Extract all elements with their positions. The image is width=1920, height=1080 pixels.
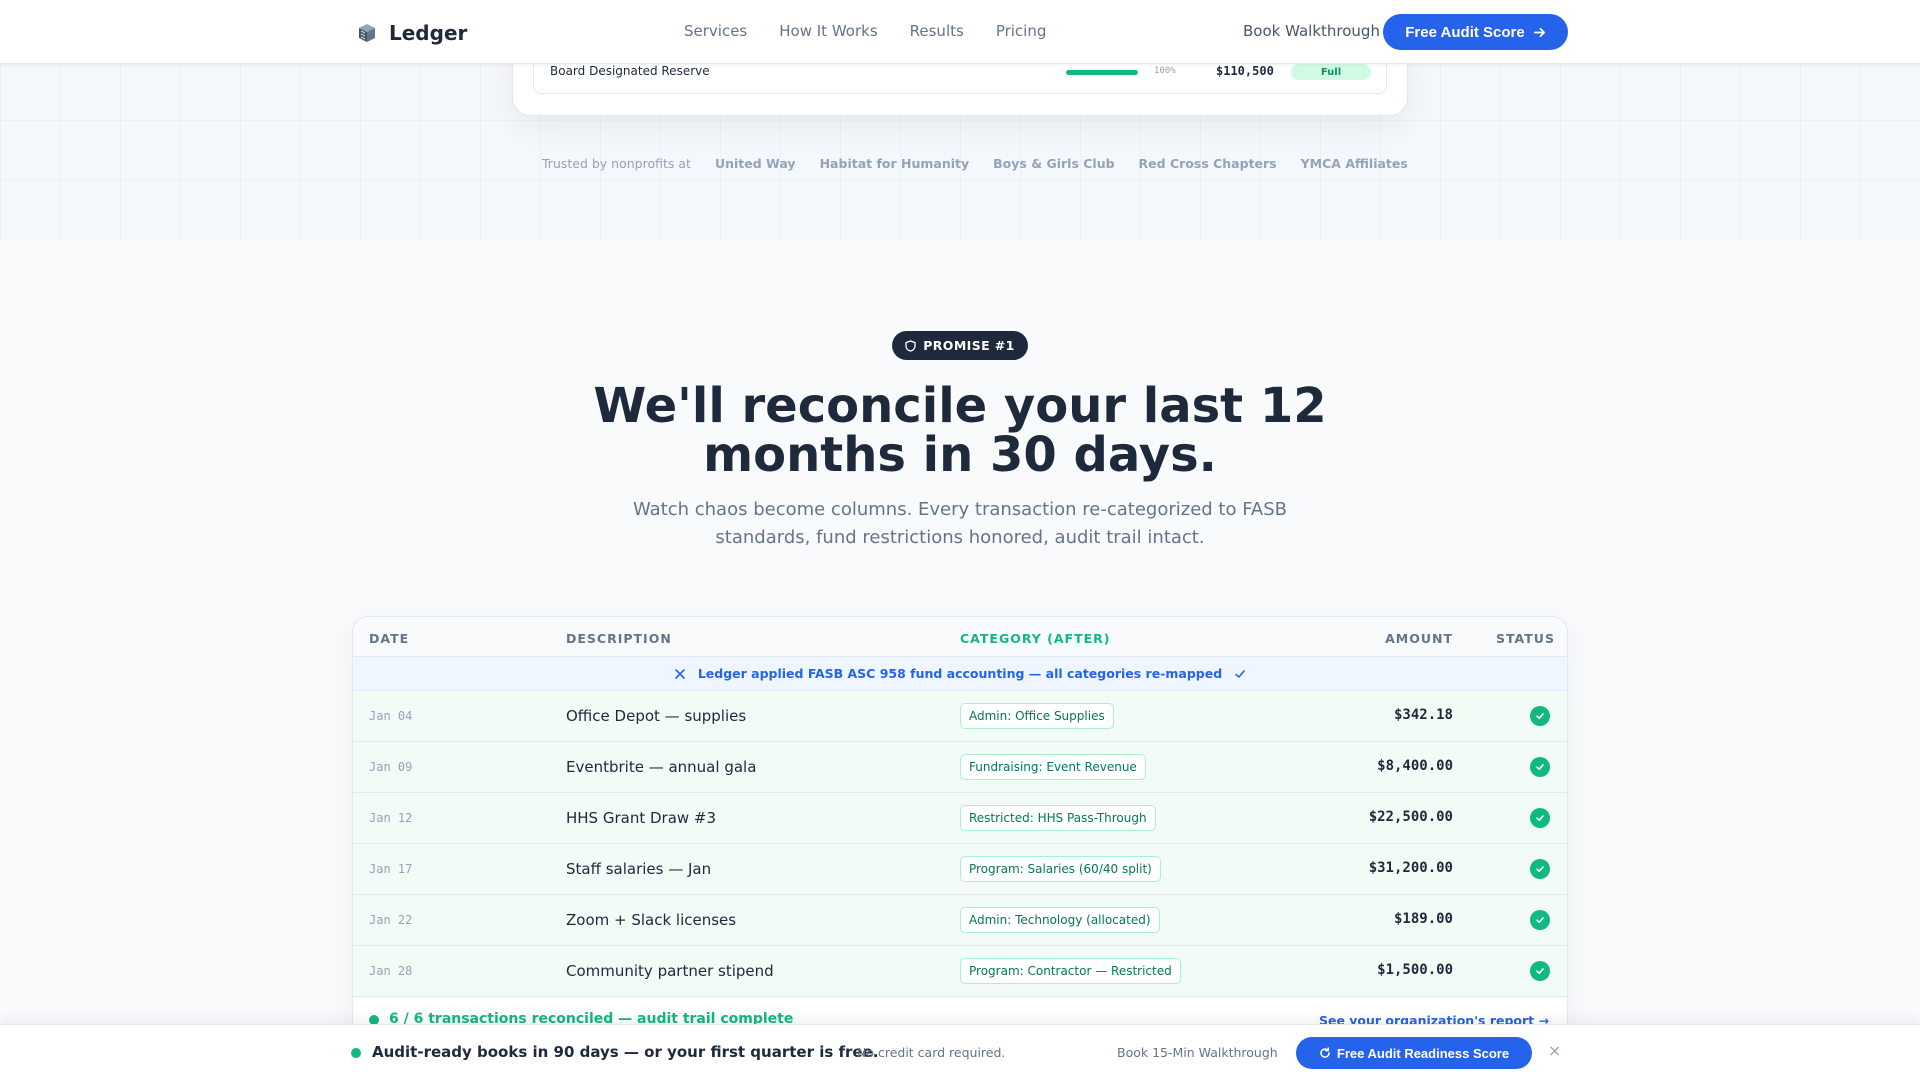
fasb-banner: Ledger applied FASB ASC 958 fund account… bbox=[353, 657, 1567, 691]
row-description: Community partner stipend bbox=[566, 962, 774, 980]
nav-link-services[interactable]: Services bbox=[684, 22, 747, 40]
row-amount: $342.18 bbox=[1393, 707, 1453, 723]
promise-badge-label: PROMISE #1 bbox=[923, 338, 1015, 353]
check-circle-icon bbox=[1530, 706, 1550, 726]
row-description: HHS Grant Draw #3 bbox=[566, 809, 717, 827]
sticky-headline: Audit-ready books in 90 days — or your f… bbox=[372, 1043, 879, 1061]
promise-subheadline: Watch chaos become columns. Every transa… bbox=[600, 496, 1320, 552]
trusted-org: Red Cross Chapters bbox=[1138, 156, 1277, 171]
fund-amount: $110,500 bbox=[1216, 64, 1274, 78]
row-date: Jan 17 bbox=[369, 862, 413, 876]
table-header: DATE DESCRIPTION CATEGORY (AFTER) AMOUNT… bbox=[353, 617, 1567, 657]
trusted-org: YMCA Affiliates bbox=[1300, 156, 1408, 171]
row-date: Jan 09 bbox=[369, 760, 413, 774]
arrow-right-icon bbox=[1533, 27, 1545, 37]
column-header-date: DATE bbox=[369, 631, 410, 646]
live-dot-icon bbox=[351, 1048, 361, 1058]
free-audit-readiness-label: Free Audit Readiness Score bbox=[1336, 1045, 1510, 1061]
row-amount: $189.00 bbox=[1393, 911, 1453, 927]
row-description: Staff salaries — Jan bbox=[566, 860, 712, 878]
shield-icon bbox=[905, 339, 916, 352]
refresh-icon bbox=[1320, 1047, 1330, 1058]
fund-status-badge: Full bbox=[1291, 64, 1371, 80]
free-audit-readiness-button[interactable]: Free Audit Readiness Score bbox=[1296, 1037, 1532, 1069]
row-amount: $31,200.00 bbox=[1368, 860, 1453, 876]
fasb-banner-text: Ledger applied FASB ASC 958 fund account… bbox=[697, 666, 1223, 681]
row-category-tag: Admin: Office Supplies bbox=[960, 703, 1114, 729]
table-row[interactable]: Jan 28 Community partner stipend Program… bbox=[353, 946, 1567, 997]
row-category-tag: Fundraising: Event Revenue bbox=[960, 754, 1146, 780]
transactions-table: DATE DESCRIPTION CATEGORY (AFTER) AMOUNT… bbox=[352, 616, 1568, 1036]
check-circle-icon bbox=[1530, 910, 1550, 930]
trusted-org: Habitat for Humanity bbox=[819, 156, 970, 171]
column-header-amount: AMOUNT bbox=[1385, 631, 1453, 646]
row-date: Jan 22 bbox=[369, 913, 413, 927]
table-row[interactable]: Jan 22 Zoom + Slack licenses Admin: Tech… bbox=[353, 895, 1567, 946]
column-header-description: DESCRIPTION bbox=[566, 631, 672, 646]
row-category-tag: Program: Salaries (60/40 split) bbox=[960, 856, 1161, 882]
table-row[interactable]: Jan 17 Staff salaries — Jan Program: Sal… bbox=[353, 844, 1567, 895]
fund-progress-track bbox=[1066, 70, 1138, 75]
free-audit-score-label: Free Audit Score bbox=[1405, 23, 1525, 41]
trusted-label: Trusted by nonprofits at bbox=[542, 156, 691, 171]
row-date: Jan 04 bbox=[369, 709, 413, 723]
sticky-cta-bar: Audit-ready books in 90 days — or your f… bbox=[0, 1024, 1920, 1080]
row-amount: $8,400.00 bbox=[1377, 758, 1453, 774]
row-description: Office Depot — supplies bbox=[566, 707, 747, 725]
check-circle-icon bbox=[1530, 859, 1550, 879]
column-header-status: STATUS bbox=[1496, 631, 1555, 646]
sticky-note: No credit card required. bbox=[857, 1045, 1006, 1060]
row-date: Jan 28 bbox=[369, 964, 413, 978]
row-category-tag: Program: Contractor — Restricted bbox=[960, 958, 1181, 984]
checkmark-icon bbox=[1235, 669, 1245, 678]
row-amount: $1,500.00 bbox=[1377, 962, 1453, 978]
trusted-org: Boys & Girls Club bbox=[993, 156, 1115, 171]
row-category-tag: Restricted: HHS Pass-Through bbox=[960, 805, 1156, 831]
check-circle-icon bbox=[1530, 808, 1550, 828]
fund-progress-fill bbox=[1066, 70, 1138, 75]
close-icon[interactable]: × bbox=[1548, 1041, 1561, 1060]
headline-line-1: We'll reconcile your last 12 bbox=[593, 378, 1327, 434]
nav-link-results[interactable]: Results bbox=[910, 22, 964, 40]
check-circle-icon bbox=[1530, 757, 1550, 777]
book-walkthrough-link[interactable]: Book Walkthrough bbox=[1243, 22, 1380, 40]
table-row[interactable]: Jan 04 Office Depot — supplies Admin: Of… bbox=[353, 691, 1567, 742]
row-description: Zoom + Slack licenses bbox=[566, 911, 737, 929]
top-navbar: Ledger Services How It Works Results Pri… bbox=[0, 0, 1920, 64]
table-row[interactable]: Jan 09 Eventbrite — annual gala Fundrais… bbox=[353, 742, 1567, 793]
nav-link-pricing[interactable]: Pricing bbox=[996, 22, 1047, 40]
book-15-min-walkthrough-link[interactable]: Book 15-Min Walkthrough bbox=[1117, 1045, 1278, 1060]
headline-line-2: months in 30 days. bbox=[703, 427, 1217, 483]
check-circle-icon bbox=[1530, 961, 1550, 981]
promise-headline: We'll reconcile your last 12 months in 3… bbox=[460, 382, 1460, 480]
fund-row-label: Board Designated Reserve bbox=[550, 64, 710, 78]
promise-badge: PROMISE #1 bbox=[892, 331, 1028, 360]
nav-link-how-it-works[interactable]: How It Works bbox=[779, 22, 877, 40]
table-row[interactable]: Jan 12 HHS Grant Draw #3 Restricted: HHS… bbox=[353, 793, 1567, 844]
trusted-by-strip: Trusted by nonprofits at United Way Habi… bbox=[542, 156, 1408, 171]
brand-name: Ledger bbox=[389, 21, 468, 45]
subhead-line-1: Watch chaos become columns. Every transa… bbox=[632, 499, 1288, 520]
fund-percent: 100% bbox=[1154, 66, 1176, 76]
column-header-category: CATEGORY (AFTER) bbox=[960, 631, 1111, 646]
row-date: Jan 12 bbox=[369, 811, 413, 825]
ledger-logo-icon bbox=[359, 24, 375, 42]
trusted-org: United Way bbox=[714, 156, 796, 171]
free-audit-score-button[interactable]: Free Audit Score bbox=[1383, 14, 1568, 50]
brand-logo[interactable]: Ledger bbox=[355, 19, 467, 47]
row-amount: $22,500.00 bbox=[1368, 809, 1453, 825]
nav-links: Services How It Works Results Pricing bbox=[684, 22, 1046, 40]
subhead-line-2: standards, fund restrictions honored, au… bbox=[715, 527, 1205, 548]
row-category-tag: Admin: Technology (allocated) bbox=[960, 907, 1160, 933]
row-description: Eventbrite — annual gala bbox=[566, 758, 757, 776]
close-x-icon bbox=[675, 668, 685, 679]
